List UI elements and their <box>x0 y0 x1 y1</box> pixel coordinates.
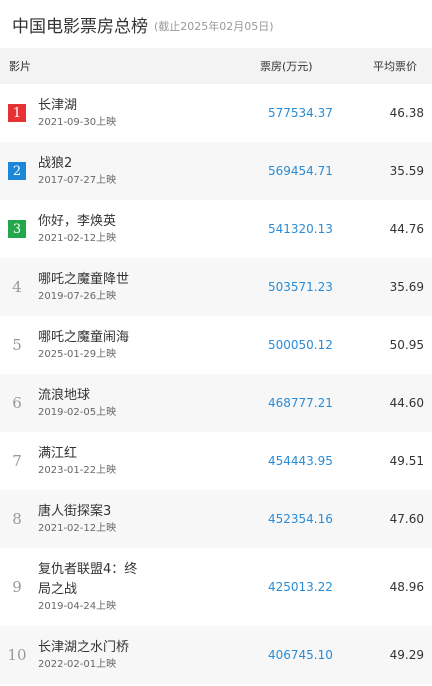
average-price-value: 44.76 <box>389 222 424 236</box>
rank-number: 5 <box>12 336 22 354</box>
release-date: 2022-02-01上映 <box>38 659 117 670</box>
movie-cell: 满江红 2023-01-22上映 <box>34 444 262 478</box>
movie-cell: 哪吒之魔童降世 2019-07-26上映 <box>34 270 262 304</box>
average-price-value: 35.59 <box>389 164 424 178</box>
table-row[interactable]: 9 复仇者联盟4：终局之战 2019-04-24上映 425013.22 48.96 <box>0 548 432 626</box>
box-office-value[interactable]: 454443.95 <box>262 454 364 468</box>
box-office-value[interactable]: 468777.21 <box>262 396 364 410</box>
movie-title-link[interactable]: 你好，李焕英 <box>38 212 148 232</box>
movie-cell: 长津湖 2021-09-30上映 <box>34 96 262 130</box>
column-header-box-office: 票房(万元) <box>260 60 313 73</box>
table-row[interactable]: 7 满江红 2023-01-22上映 454443.95 49.51 <box>0 432 432 490</box>
table-row[interactable]: 10 长津湖之水门桥 2022-02-01上映 406745.10 49.29 <box>0 626 432 684</box>
release-date: 2025-01-29上映 <box>38 349 117 360</box>
rank-cell: 6 <box>0 394 34 412</box>
movie-cell: 流浪地球 2019-02-05上映 <box>34 386 262 420</box>
rank-cell: 5 <box>0 336 34 354</box>
rank-badge: 2 <box>8 162 26 180</box>
movie-cell: 战狼2 2017-07-27上映 <box>34 154 262 188</box>
release-date: 2019-02-05上映 <box>38 407 117 418</box>
box-office-value[interactable]: 425013.22 <box>262 580 364 594</box>
title-bar: 中国电影票房总榜 (截止2025年02月05日) <box>0 0 432 48</box>
movie-cell: 你好，李焕英 2021-02-12上映 <box>34 212 262 246</box>
movie-cell: 哪吒之魔童闹海 2025-01-29上映 <box>34 328 262 362</box>
rank-cell: 2 <box>0 162 34 180</box>
movie-cell: 唐人街探案3 2021-02-12上映 <box>34 502 262 536</box>
release-date: 2021-02-12上映 <box>38 233 117 244</box>
average-price-value: 48.96 <box>389 580 424 594</box>
table-row[interactable]: 1 长津湖 2021-09-30上映 577534.37 46.38 <box>0 84 432 142</box>
average-price-value: 46.38 <box>389 106 424 120</box>
box-office-page: 中国电影票房总榜 (截止2025年02月05日) 影片 票房(万元) 平均票价 … <box>0 0 432 686</box>
rank-cell: 8 <box>0 510 34 528</box>
rank-number: 4 <box>12 278 22 296</box>
page-subtitle: (截止2025年02月05日) <box>154 19 274 33</box>
average-price-value: 35.69 <box>389 280 424 294</box>
average-price-value: 49.51 <box>389 454 424 468</box>
rank-cell: 3 <box>0 220 34 238</box>
table-header: 影片 票房(万元) 平均票价 <box>0 48 432 84</box>
movie-title-link[interactable]: 满江红 <box>38 444 148 464</box>
column-header-movie: 影片 <box>9 60 31 73</box>
release-date: 2019-07-26上映 <box>38 291 117 302</box>
movie-title-link[interactable]: 哪吒之魔童闹海 <box>38 328 148 348</box>
rank-cell: 4 <box>0 278 34 296</box>
movie-title-link[interactable]: 唐人街探案3 <box>38 502 148 522</box>
average-price-value: 47.60 <box>389 512 424 526</box>
table-row[interactable]: 4 哪吒之魔童降世 2019-07-26上映 503571.23 35.69 <box>0 258 432 316</box>
box-office-value[interactable]: 452354.16 <box>262 512 364 526</box>
movie-cell: 复仇者联盟4：终局之战 2019-04-24上映 <box>34 560 262 614</box>
box-office-value[interactable]: 569454.71 <box>262 164 364 178</box>
rank-number: 7 <box>12 452 22 470</box>
box-office-value[interactable]: 500050.12 <box>262 338 364 352</box>
ranking-table: 1 长津湖 2021-09-30上映 577534.37 46.38 2 战狼2 2017-0… <box>0 84 432 684</box>
table-row[interactable]: 8 唐人街探案3 2021-02-12上映 452354.16 47.60 <box>0 490 432 548</box>
release-date: 2023-01-22上映 <box>38 465 117 476</box>
movie-title-link[interactable]: 长津湖 <box>38 96 148 116</box>
box-office-value[interactable]: 541320.13 <box>262 222 364 236</box>
average-price-value: 44.60 <box>389 396 424 410</box>
release-date: 2017-07-27上映 <box>38 175 117 186</box>
box-office-value[interactable]: 577534.37 <box>262 106 364 120</box>
rank-number: 8 <box>12 510 22 528</box>
rank-cell: 7 <box>0 452 34 470</box>
rank-cell: 1 <box>0 104 34 122</box>
rank-number: 6 <box>12 394 22 412</box>
table-row[interactable]: 5 哪吒之魔童闹海 2025-01-29上映 500050.12 50.95 <box>0 316 432 374</box>
movie-cell: 长津湖之水门桥 2022-02-01上映 <box>34 638 262 672</box>
release-date: 2021-02-12上映 <box>38 523 117 534</box>
rank-cell: 9 <box>0 578 34 596</box>
rank-cell: 10 <box>0 646 34 664</box>
rank-badge: 1 <box>8 104 26 122</box>
table-row[interactable]: 3 你好，李焕英 2021-02-12上映 541320.13 44.76 <box>0 200 432 258</box>
column-header-avg-price: 平均票价 <box>373 60 417 73</box>
box-office-value[interactable]: 503571.23 <box>262 280 364 294</box>
table-row[interactable]: 6 流浪地球 2019-02-05上映 468777.21 44.60 <box>0 374 432 432</box>
page-title: 中国电影票房总榜 <box>12 16 148 37</box>
box-office-value[interactable]: 406745.10 <box>262 648 364 662</box>
movie-title-link[interactable]: 长津湖之水门桥 <box>38 638 148 658</box>
release-date: 2019-04-24上映 <box>38 601 117 612</box>
rank-number: 10 <box>7 646 27 664</box>
average-price-value: 50.95 <box>389 338 424 352</box>
movie-title-link[interactable]: 战狼2 <box>38 154 148 174</box>
movie-title-link[interactable]: 哪吒之魔童降世 <box>38 270 148 290</box>
rank-badge: 3 <box>8 220 26 238</box>
average-price-value: 49.29 <box>389 648 424 662</box>
movie-title-link[interactable]: 流浪地球 <box>38 386 148 406</box>
rank-number: 9 <box>12 578 22 596</box>
release-date: 2021-09-30上映 <box>38 117 117 128</box>
movie-title-link[interactable]: 复仇者联盟4：终局之战 <box>38 560 148 600</box>
table-row[interactable]: 2 战狼2 2017-07-27上映 569454.71 35.59 <box>0 142 432 200</box>
